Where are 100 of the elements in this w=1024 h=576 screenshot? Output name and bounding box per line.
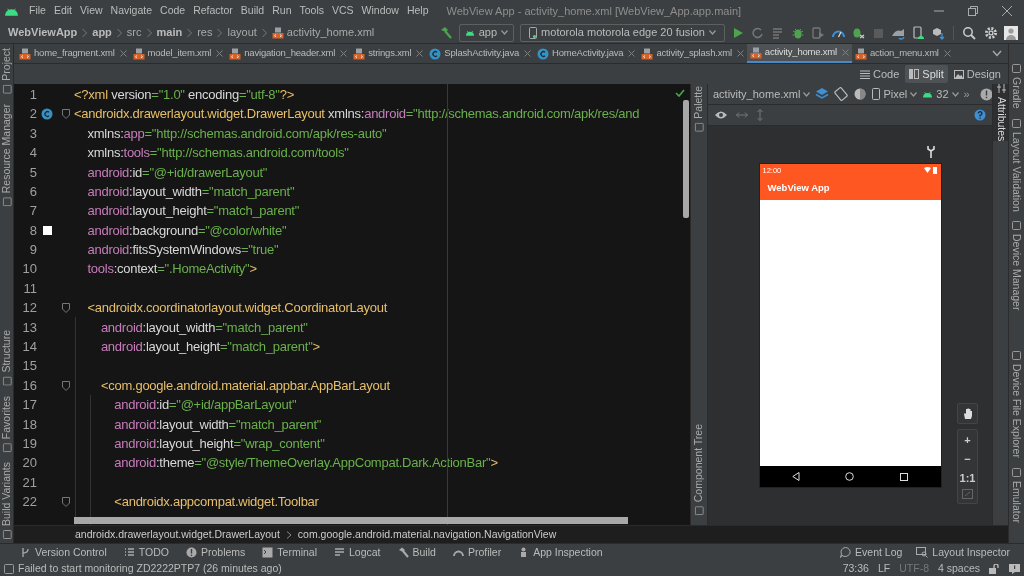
run-config-dropdown[interactable]: app [458, 23, 515, 42]
breadcrumb-item[interactable]: res [197, 24, 213, 41]
menu-item[interactable]: Help [402, 3, 433, 19]
line-number: 1 [28, 85, 37, 104]
breadcrumb-item[interactable]: app [92, 24, 112, 41]
line-number: 21 [21, 473, 37, 492]
code-line: xmlns:app="http://schemas.android.com/apk/res-auto" [86, 124, 387, 143]
breadcrumb-item[interactable]: main [156, 24, 183, 41]
editor-tab[interactable]: navigation_header.xml [226, 44, 351, 63]
line-number: 12 [21, 299, 37, 318]
code-line: android:layout_height="match_parent"> [99, 338, 320, 357]
tool-window-button[interactable]: Profiler [452, 544, 502, 561]
code-line: android:theme="@style/ThemeOverlay.AppCompat.Dark.ActionBar"> [113, 454, 498, 473]
menu-item[interactable]: Code [156, 3, 190, 19]
editor-tab[interactable]: home_fragment.xml [16, 44, 130, 63]
line-number: 20 [21, 454, 37, 473]
line-number: 8 [28, 221, 37, 240]
line-number: 15 [21, 357, 37, 376]
window-title: WebView App - activity_home.xml [WebView_App.app.main] [446, 3, 742, 19]
line-number: 5 [28, 163, 37, 182]
code-line: android:layout_height="match_parent" [86, 202, 300, 221]
code-line: android:id="@+id/appBarLayout" [113, 396, 297, 415]
app-title: WebView App [767, 181, 830, 196]
menu-item[interactable]: Tools [295, 3, 328, 19]
status-item[interactable]: LF [877, 560, 891, 576]
menu-item[interactable]: Window [357, 3, 403, 19]
breadcrumb-item[interactable]: com.google.android.material.navigation.NavigationView [297, 526, 557, 543]
tool-window-button[interactable]: Layout Inspector [916, 544, 1010, 561]
code-line: <com.google.android.material.appbar.AppBarLayout [99, 376, 390, 395]
tool-window-tab[interactable]: Build Variants [0, 462, 18, 539]
line-number: 6 [28, 182, 37, 201]
zoom-button[interactable]: 1:1 [959, 470, 976, 486]
editor-tab[interactable]: HomeActivity.java [534, 44, 639, 63]
tool-window-button[interactable]: App Inspection [518, 544, 603, 561]
code-line: android:fitsSystemWindows="true" [86, 241, 279, 260]
tool-window-tab[interactable]: Device Manager [1005, 221, 1024, 311]
tool-window-button[interactable]: TODO [123, 544, 169, 561]
more-button[interactable]: » [963, 85, 970, 103]
menu-item[interactable]: Refactor [189, 3, 237, 19]
tool-window-tab[interactable]: Palette [688, 86, 710, 132]
code-line: <?xml version="1.0" encoding="utf-8"?> [74, 85, 295, 104]
menu-item[interactable]: View [76, 3, 107, 19]
device-dropdown[interactable]: motorola motorola edge 20 fusion [520, 23, 725, 42]
view-mode-tab[interactable]: Code [856, 65, 904, 83]
editor-tab[interactable]: activity_home.xml [746, 44, 852, 63]
tool-window-button[interactable]: Terminal [262, 544, 317, 561]
zoom-button[interactable]: − [964, 451, 971, 467]
line-number: 19 [21, 435, 37, 453]
tool-window-tab[interactable]: Project [0, 48, 18, 94]
zoom-button[interactable]: + [964, 432, 971, 448]
editor-tab[interactable]: SplashActivity.java [426, 44, 535, 63]
line-number: 14 [21, 338, 37, 357]
tool-window-button[interactable]: Event Log [840, 544, 903, 561]
code-line: android:id="@+id/drawerLayout" [86, 163, 268, 182]
view-mode-tab[interactable]: Split [905, 65, 948, 83]
device-dropdown[interactable]: Pixel [872, 85, 918, 103]
status-message: Failed to start monitoring ZD2222PTP7 (26 minutes ago) [18, 560, 282, 576]
status-item[interactable]: 4 spaces [937, 560, 980, 576]
code-line: tools:context=".HomeActivity"> [86, 260, 257, 279]
code-line: xmlns:tools="http://schemas.android.com/tools" [86, 144, 349, 163]
tool-window-button[interactable]: Logcat [334, 544, 381, 561]
breadcrumb-item[interactable]: androidx.drawerlayout.widget.DrawerLayout [75, 526, 280, 543]
tool-window-tab[interactable]: Structure [0, 330, 18, 386]
menu-item[interactable]: VCS [328, 3, 358, 19]
menu-item[interactable]: Navigate [106, 3, 157, 19]
editor-tab[interactable]: action_menu.xml [851, 44, 954, 63]
menu-item[interactable]: Run [268, 3, 296, 19]
code-line: android:layout_width="match_parent" [99, 318, 308, 337]
line-number: 4 [28, 144, 37, 163]
status-item[interactable]: 73:36 [842, 560, 869, 576]
code-line: android:layout_width="match_parent" [113, 415, 322, 434]
tool-window-tab[interactable]: Device File Explorer [1005, 351, 1024, 458]
line-number: 17 [21, 396, 37, 415]
editor-tab[interactable]: model_item.xml [129, 44, 227, 63]
tool-window-button[interactable]: Problems [185, 544, 246, 561]
tool-window-button[interactable]: Build [397, 544, 436, 561]
code-line: <androidx.coordinatorlayout.widget.CoordinatorLayout [86, 299, 387, 318]
editor-tab[interactable]: strings.xml [350, 44, 427, 63]
line-number: 7 [28, 202, 37, 221]
line-number: 3 [28, 124, 37, 143]
menu-item[interactable]: File [25, 3, 50, 19]
code-line: android:background="@color/white" [86, 221, 287, 240]
api-level-dropdown[interactable]: 32 [922, 85, 959, 103]
tool-window-tab[interactable]: Emulator [1005, 468, 1024, 523]
line-number: 9 [28, 241, 37, 260]
breadcrumb-item[interactable]: src [126, 24, 142, 41]
menu-item[interactable]: Build [236, 3, 269, 19]
menu-item[interactable]: Edit [49, 3, 76, 19]
tool-window-button[interactable]: Version Control [20, 544, 107, 561]
line-number: 22 [21, 493, 37, 512]
breadcrumb-item[interactable]: activity_home.xml [286, 24, 375, 41]
code-line: android:layout_width="match_parent" [86, 182, 295, 201]
view-mode-tab[interactable]: Design [949, 65, 1005, 83]
line-number: 2 [28, 105, 37, 124]
breadcrumb-item[interactable]: WebViewApp [8, 24, 78, 41]
layout-file-dropdown[interactable]: activity_home.xml [713, 85, 811, 103]
editor-tab[interactable]: activity_splash.xml [638, 44, 747, 63]
code-line: <androidx.drawerlayout.widget.DrawerLayout xmlns:android="http://schemas.android.com/apk/res/and [74, 105, 640, 124]
breadcrumb-item[interactable]: layout [227, 24, 257, 41]
code-line: android:layout_height="wrap_content" [113, 435, 325, 453]
